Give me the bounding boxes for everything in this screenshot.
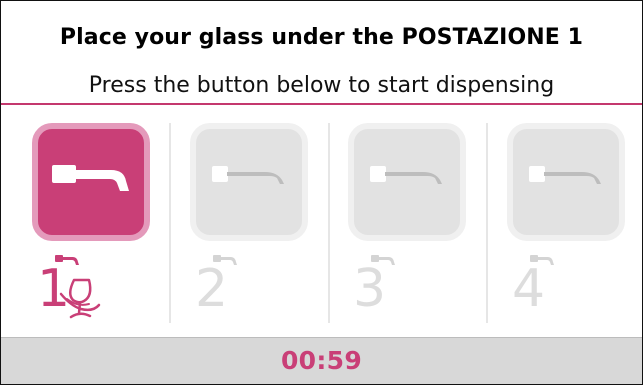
instruction-header: Place your glass under the POSTAZIONE 1 … <box>1 1 642 105</box>
station-selector: 1 2 3 4 <box>1 105 642 337</box>
dispensing-screen: Place your glass under the POSTAZIONE 1 … <box>0 0 643 385</box>
tap-icon <box>52 165 129 191</box>
station-2-dispense-button[interactable] <box>190 123 308 241</box>
station-4: 4 <box>476 105 634 337</box>
tap-icon <box>370 166 442 184</box>
station-3-dispense-button[interactable] <box>348 123 466 241</box>
glass-icon <box>59 278 101 319</box>
page-title: Place your glass under the POSTAZIONE 1 <box>59 25 584 50</box>
station-1-dispense-button[interactable] <box>32 123 150 241</box>
station-number: 4 <box>512 259 546 319</box>
dispensing-instruction: Press the button below to start dispensi… <box>88 73 555 98</box>
timer-bar: 00:59 <box>1 337 642 384</box>
station-number: 3 <box>353 259 387 319</box>
station-3: 3 <box>317 105 475 337</box>
tap-icon <box>529 166 601 184</box>
station-4-dispense-button[interactable] <box>507 123 625 241</box>
station-2: 2 <box>159 105 317 337</box>
station-1: 1 <box>1 105 159 337</box>
station-number: 2 <box>195 259 229 319</box>
tap-icon <box>212 166 284 184</box>
countdown-timer: 00:59 <box>280 346 363 375</box>
